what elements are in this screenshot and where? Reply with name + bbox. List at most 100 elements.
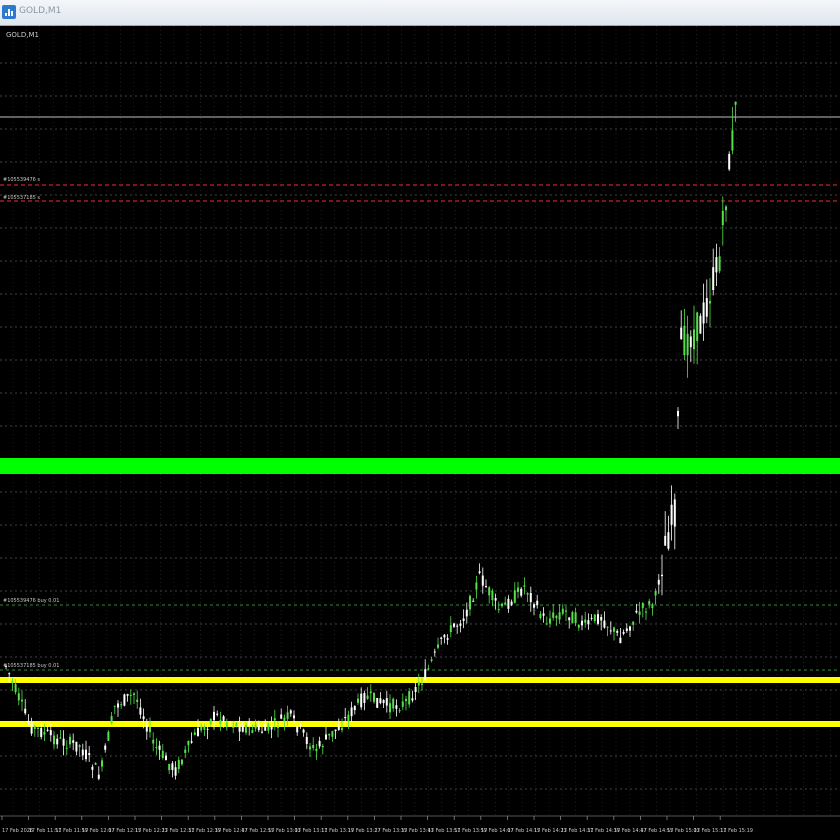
candle-body <box>129 694 132 696</box>
candle-body <box>673 499 676 527</box>
candle-body <box>613 627 615 632</box>
candle-body <box>337 726 340 731</box>
candle-body <box>721 210 724 226</box>
candle-body <box>513 590 516 603</box>
symbol-label: GOLD,M1 <box>6 31 39 39</box>
candle-body <box>609 630 612 632</box>
candle-body <box>123 694 126 706</box>
candle-body <box>213 711 215 721</box>
candle-body <box>107 731 110 741</box>
candle-body <box>53 735 55 745</box>
candle-body <box>629 626 631 631</box>
candle-body <box>453 623 455 627</box>
candle-body <box>72 740 75 743</box>
candle-body <box>293 715 295 719</box>
candle-body <box>641 603 644 609</box>
candle-body <box>648 601 651 605</box>
candle-body <box>488 587 491 596</box>
candle-body <box>501 603 503 607</box>
candle-body <box>305 736 308 744</box>
candle-body <box>510 601 513 605</box>
candle-body <box>133 693 135 695</box>
candle-body <box>85 749 87 760</box>
candle-body <box>184 749 187 753</box>
candle-body <box>526 593 529 595</box>
order-label-buy-1: #105539476 buy 0.01 <box>3 598 59 604</box>
candle-body <box>593 614 596 622</box>
candle-body <box>94 762 97 765</box>
candle-body <box>216 713 219 715</box>
candle-body <box>558 612 561 620</box>
candle-body <box>209 718 212 725</box>
candle-body <box>497 609 500 611</box>
candle-body <box>523 585 526 587</box>
candle-body <box>584 619 587 623</box>
price-chart[interactable]: GOLD,M1 #105539476 s #105537185 s #10553… <box>0 26 840 840</box>
order-labels: GOLD,M1 #105539476 s #105537185 s #10553… <box>3 31 59 669</box>
candle-body <box>232 726 235 728</box>
candle-body <box>11 680 14 684</box>
candle-body <box>667 532 670 549</box>
candle-body <box>718 256 721 272</box>
candle-body <box>465 609 468 617</box>
candle-body <box>475 582 478 590</box>
candle-body <box>603 620 606 628</box>
chart-grid <box>0 26 840 816</box>
candle-body <box>14 684 17 693</box>
candle-body <box>24 708 27 714</box>
candle-body <box>385 698 388 706</box>
candle-body <box>113 705 116 707</box>
candle-body <box>360 693 363 708</box>
candle-body <box>142 716 145 720</box>
chart-area[interactable]: GOLD,M1 #105539476 s #105537185 s #10553… <box>0 26 840 840</box>
candle-body <box>27 720 30 723</box>
candle-body <box>469 595 471 610</box>
candle-body <box>440 637 443 639</box>
candle-body <box>389 703 391 713</box>
candle-body <box>273 718 276 721</box>
candle-body <box>33 726 36 730</box>
candle-body <box>91 766 94 770</box>
candle-body <box>491 590 494 601</box>
candle-body <box>139 707 142 715</box>
candle-body <box>229 722 231 724</box>
candle-body <box>43 731 46 735</box>
candle-body <box>78 745 81 748</box>
candle-body <box>638 611 641 615</box>
candle-body <box>165 755 167 761</box>
candle-body <box>481 575 484 586</box>
candle-body <box>600 616 603 621</box>
candle-body <box>200 726 203 731</box>
candle-body <box>257 726 260 731</box>
candle-body <box>62 738 65 746</box>
candle-body <box>136 699 139 702</box>
candle-body <box>449 625 452 633</box>
candle-body <box>289 710 292 714</box>
candle-body <box>709 301 711 304</box>
candle-body <box>606 626 609 628</box>
candle-body <box>699 315 702 334</box>
candle-body <box>670 504 673 525</box>
candle-body <box>651 604 654 609</box>
candle-body <box>251 730 254 733</box>
time-axis: 17 Feb 202617 Feb 11:5117 Feb 11:5917 Fe… <box>0 815 840 834</box>
candle-body <box>654 590 657 596</box>
candle-body <box>392 698 395 709</box>
order-label-sell-1: #105539476 s <box>3 177 40 183</box>
candle-body <box>433 651 436 653</box>
candle-body <box>296 726 299 733</box>
candle-body <box>574 612 577 624</box>
candle-body <box>277 726 279 729</box>
candle-body <box>145 725 148 732</box>
chart-window-icon[interactable] <box>2 5 16 19</box>
candle-body <box>545 623 548 625</box>
candle-body <box>459 623 462 626</box>
candle-body <box>197 727 199 737</box>
candle-body <box>59 737 62 739</box>
candle-body <box>472 600 475 602</box>
candle-body <box>155 746 158 748</box>
candle-body <box>693 329 695 350</box>
candle-body <box>331 731 334 737</box>
candle-body <box>555 615 558 619</box>
candle-body <box>321 745 324 748</box>
